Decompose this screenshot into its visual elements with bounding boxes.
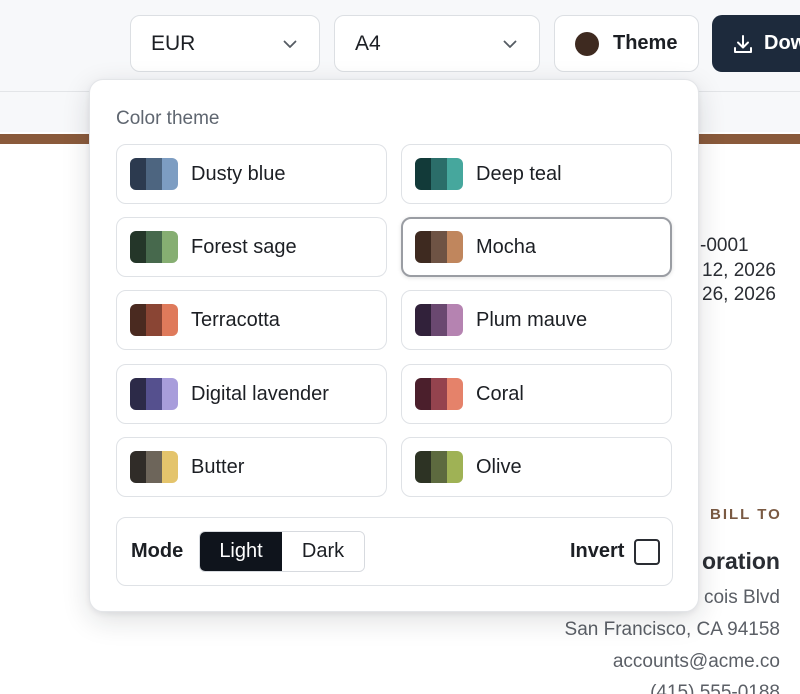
theme-swatch-icon (415, 304, 463, 336)
theme-option-label: Digital lavender (191, 382, 329, 405)
download-icon (734, 34, 752, 53)
swatch-color (447, 451, 463, 483)
currency-value: EUR (151, 31, 196, 55)
currency-select[interactable]: EUR (130, 15, 320, 72)
swatch-color (415, 158, 431, 190)
theme-option-label: Butter (191, 455, 245, 478)
swatch-color (162, 378, 178, 410)
swatch-color (162, 451, 178, 483)
swatch-color (146, 231, 162, 263)
swatch-color (130, 378, 146, 410)
paper-size-value: A4 (355, 31, 381, 55)
client-company-name: oration (702, 548, 780, 574)
theme-option[interactable]: Dusty blue (116, 144, 387, 204)
mode-segmented-control: Light Dark (199, 531, 365, 572)
color-theme-popover: Color theme Dusty blue Deep teal Forest sa… (89, 79, 699, 612)
client-email: accounts@acme.co (612, 651, 780, 672)
swatch-color (146, 451, 162, 483)
mode-option-light[interactable]: Light (200, 532, 282, 571)
swatch-color (130, 158, 146, 190)
mode-bar: Mode Light Dark Invert (116, 517, 673, 586)
mode-label: Mode (131, 540, 184, 562)
due-date-fragment: 26, 2026 (702, 284, 776, 305)
theme-option-label: Terracotta (191, 308, 280, 331)
theme-option[interactable]: Forest sage (116, 217, 387, 277)
issue-date-fragment: 12, 2026 (702, 260, 776, 281)
chevron-down-icon (503, 40, 517, 48)
swatch-color (447, 231, 463, 263)
theme-swatch-icon (415, 158, 463, 190)
download-button-label: Dow (764, 32, 800, 54)
bill-to-heading: BILL TO (710, 506, 782, 523)
theme-swatch-icon (130, 158, 178, 190)
swatch-color (146, 304, 162, 336)
swatch-color (431, 158, 447, 190)
swatch-color (415, 231, 431, 263)
swatch-color (415, 378, 431, 410)
theme-option-label: Dusty blue (191, 162, 286, 185)
swatch-color (431, 231, 447, 263)
swatch-color (447, 304, 463, 336)
theme-button[interactable]: Theme (554, 15, 699, 72)
client-city: San Francisco, CA 94158 (564, 619, 780, 640)
theme-option[interactable]: Coral (401, 364, 672, 424)
theme-option[interactable]: Terracotta (116, 290, 387, 350)
theme-option[interactable]: Digital lavender (116, 364, 387, 424)
swatch-color (130, 304, 146, 336)
chevron-down-icon (283, 40, 297, 48)
swatch-color (431, 451, 447, 483)
theme-option-label: Deep teal (476, 162, 562, 185)
theme-color-dot-icon (575, 31, 599, 56)
theme-swatch-icon (130, 451, 178, 483)
swatch-color (162, 158, 178, 190)
swatch-color (447, 378, 463, 410)
invert-label: Invert (570, 540, 625, 562)
theme-swatch-icon (130, 231, 178, 263)
theme-option[interactable]: Butter (116, 437, 387, 497)
theme-option-label: Mocha (476, 235, 537, 258)
theme-option-label: Coral (476, 382, 524, 405)
swatch-color (146, 378, 162, 410)
swatch-color (431, 304, 447, 336)
swatch-color (415, 304, 431, 336)
theme-swatch-icon (130, 304, 178, 336)
swatch-color (162, 231, 178, 263)
swatch-color (415, 451, 431, 483)
theme-option[interactable]: Olive (401, 437, 672, 497)
theme-option[interactable]: Mocha (401, 217, 672, 277)
mode-option-dark[interactable]: Dark (282, 532, 364, 571)
theme-option[interactable]: Deep teal (401, 144, 672, 204)
theme-swatch-icon (415, 451, 463, 483)
theme-option-label: Olive (476, 455, 522, 478)
theme-swatch-icon (415, 378, 463, 410)
theme-swatch-icon (415, 231, 463, 263)
invert-checkbox[interactable] (634, 539, 660, 565)
download-button[interactable]: Dow (712, 15, 800, 72)
invoice-number-fragment: -0001 (700, 235, 749, 256)
swatch-color (431, 378, 447, 410)
theme-button-label: Theme (613, 32, 678, 54)
client-address: cois Blvd (703, 587, 780, 608)
paper-size-select[interactable]: A4 (334, 15, 540, 72)
popover-title: Color theme (116, 108, 220, 129)
theme-swatch-icon (130, 378, 178, 410)
swatch-color (130, 451, 146, 483)
theme-option[interactable]: Plum mauve (401, 290, 672, 350)
client-phone: (415) 555-0188 (650, 682, 780, 694)
theme-option-label: Forest sage (191, 235, 297, 258)
swatch-color (146, 158, 162, 190)
swatch-color (447, 158, 463, 190)
swatch-color (162, 304, 178, 336)
theme-option-label: Plum mauve (476, 308, 588, 331)
swatch-color (130, 231, 146, 263)
